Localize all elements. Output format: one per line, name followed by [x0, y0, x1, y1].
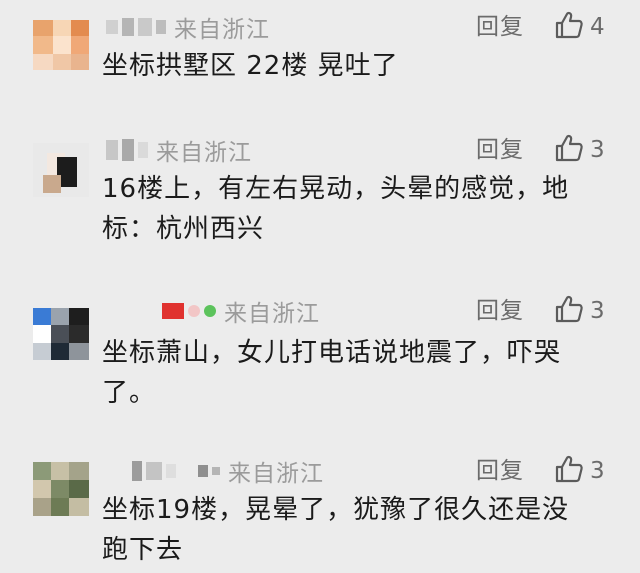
comment-text: 坐标19楼，晃晕了，犹豫了很久还是没 跑下去: [102, 490, 622, 570]
comment-text-line: 了。: [102, 378, 157, 408]
user-avatar[interactable]: [33, 308, 89, 360]
comment-text: 坐标萧山，女儿打电话说地震了，吓哭 了。: [102, 333, 622, 413]
thumbs-up-icon: [554, 10, 584, 44]
reply-button[interactable]: 回复: [476, 12, 524, 42]
blurred-username[interactable]: [162, 303, 216, 319]
comment-meta: 来自浙江: [106, 12, 270, 43]
comment-text-line: 坐标19楼，晃晕了，犹豫了很久还是没: [102, 495, 570, 525]
comment-meta: 来自浙江: [106, 456, 324, 487]
user-avatar[interactable]: [33, 462, 89, 516]
thumbs-up-icon: [554, 454, 584, 488]
user-avatar[interactable]: [33, 143, 89, 197]
like-button[interactable]: 3: [554, 133, 605, 167]
blurred-username[interactable]: [132, 461, 220, 481]
like-button[interactable]: 4: [554, 10, 605, 44]
like-button[interactable]: 3: [554, 294, 605, 328]
location-source: 来自浙江: [228, 461, 324, 487]
like-count: 4: [590, 14, 605, 40]
thumbs-up-icon: [554, 133, 584, 167]
reply-button[interactable]: 回复: [476, 135, 524, 165]
comment-text-line: 16楼上，有左右晃动，头晕的感觉，地: [102, 174, 570, 204]
like-button[interactable]: 3: [554, 454, 605, 488]
comment-text: 坐标拱墅区 22楼 晃吐了: [102, 46, 622, 86]
reply-button[interactable]: 回复: [476, 456, 524, 486]
user-avatar[interactable]: [33, 20, 89, 70]
comment-text: 16楼上，有左右晃动，头晕的感觉，地 标：杭州西兴: [102, 169, 622, 249]
comment-text-line: 标：杭州西兴: [102, 214, 265, 244]
thumbs-up-icon: [554, 294, 584, 328]
like-count: 3: [590, 137, 605, 163]
like-count: 3: [590, 298, 605, 324]
blurred-username[interactable]: [106, 139, 148, 161]
comment-text-line: 跑下去: [102, 535, 184, 565]
blurred-username[interactable]: [106, 18, 166, 36]
like-count: 3: [590, 458, 605, 484]
location-source: 来自浙江: [174, 17, 270, 43]
comment-meta: 来自浙江: [106, 135, 252, 166]
comment-meta: 来自浙江: [106, 296, 320, 327]
comment-text-line: 坐标拱墅区 22楼 晃吐了: [102, 51, 399, 81]
reply-button[interactable]: 回复: [476, 296, 524, 326]
location-source: 来自浙江: [156, 140, 252, 166]
comment-text-line: 坐标萧山，女儿打电话说地震了，吓哭: [102, 338, 562, 368]
location-source: 来自浙江: [224, 301, 320, 327]
